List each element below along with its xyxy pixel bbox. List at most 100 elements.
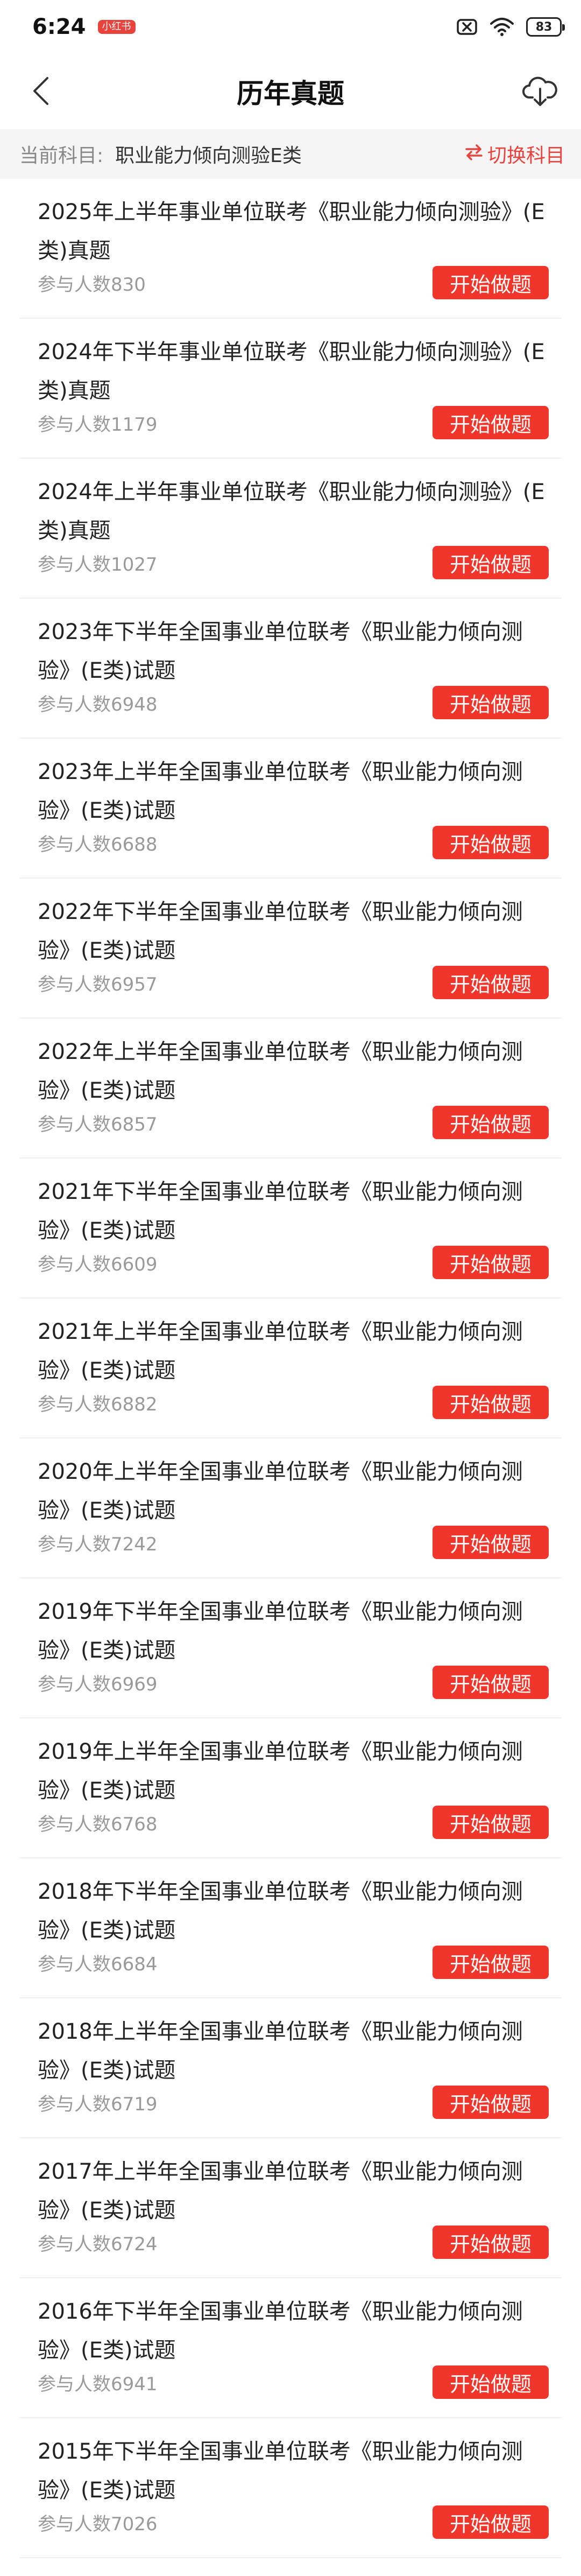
exam-title: 2018年上半年全国事业单位联考《职业能力倾向测验》(E类)试题 (38, 2019, 523, 2083)
participant-count-value: 6609 (111, 1253, 158, 1275)
exam-footer: 参与人数6857 开始做题 (38, 1106, 549, 1139)
participant-count-value: 6724 (111, 2233, 158, 2255)
exam-list-item[interactable]: 2017年上半年全国事业单位联考《职业能力倾向测验》(E类)试题 参与人数672… (19, 2138, 562, 2278)
exam-footer: 参与人数6724 开始做题 (38, 2226, 549, 2259)
participant-count: 参与人数6857 (38, 1110, 158, 1136)
exam-list-item[interactable]: 2023年上半年全国事业单位联考《职业能力倾向测验》(E类)试题 参与人数668… (19, 739, 562, 879)
participant-count-value: 6957 (111, 973, 158, 995)
participant-count-prefix: 参与人数 (38, 2513, 111, 2535)
participant-count: 参与人数6768 (38, 1809, 158, 1836)
exam-title: 2023年下半年全国事业单位联考《职业能力倾向测验》(E类)试题 (38, 620, 523, 683)
participant-count-value: 6941 (111, 2373, 158, 2395)
participant-count-value: 6688 (111, 833, 158, 855)
participant-count: 参与人数6684 (38, 1949, 158, 1976)
exam-list-item[interactable]: 2024年下半年事业单位联考《职业能力倾向测验》(E类)真题 参与人数1179 … (19, 319, 562, 459)
exam-title: 2025年上半年事业单位联考《职业能力倾向测验》(E类)真题 (38, 200, 545, 263)
start-practice-button[interactable]: 开始做题 (433, 2226, 549, 2259)
back-button[interactable] (19, 70, 62, 113)
participant-count-prefix: 参与人数 (38, 973, 111, 995)
exam-title: 2020年上半年全国事业单位联考《职业能力倾向测验》(E类)试题 (38, 1459, 523, 1523)
participant-count: 参与人数6957 (38, 970, 158, 996)
start-practice-button[interactable]: 开始做题 (433, 686, 549, 719)
participant-count-prefix: 参与人数 (38, 2373, 111, 2395)
start-practice-button[interactable]: 开始做题 (433, 546, 549, 579)
app-badge: 小红书 (97, 20, 136, 34)
chevron-left-icon (30, 76, 52, 108)
participant-count: 参与人数6609 (38, 1250, 158, 1276)
exam-list-item[interactable]: 2021年上半年全国事业单位联考《职业能力倾向测验》(E类)试题 参与人数688… (19, 1298, 562, 1438)
subject-prefix: 当前科目: (19, 145, 104, 167)
header: 历年真题 (0, 54, 581, 129)
participant-count-value: 6969 (111, 1673, 158, 1695)
exam-footer: 参与人数6957 开始做题 (38, 966, 549, 999)
exam-list-item[interactable]: 2018年下半年全国事业单位联考《职业能力倾向测验》(E类)试题 参与人数668… (19, 1858, 562, 1998)
exam-history-page: 6:24 小红书 83 历年真题 当前科目: 职业能力倾向测验E类 切换科目 2… (0, 0, 581, 2576)
start-practice-button[interactable]: 开始做题 (433, 1106, 549, 1139)
start-practice-button[interactable]: 开始做题 (433, 966, 549, 999)
start-practice-button[interactable]: 开始做题 (433, 826, 549, 859)
current-subject: 当前科目: 职业能力倾向测验E类 (19, 140, 302, 168)
start-practice-button[interactable]: 开始做题 (433, 2086, 549, 2119)
exam-list-item[interactable]: 2023年下半年全国事业单位联考《职业能力倾向测验》(E类)试题 参与人数694… (19, 599, 562, 739)
exam-list-item[interactable]: 2021年下半年全国事业单位联考《职业能力倾向测验》(E类)试题 参与人数660… (19, 1159, 562, 1298)
participant-count-prefix: 参与人数 (38, 1113, 111, 1135)
start-practice-button[interactable]: 开始做题 (433, 1666, 549, 1699)
exam-list: 2025年上半年事业单位联考《职业能力倾向测验》(E类)真题 参与人数830 开… (0, 179, 581, 2558)
page-title: 历年真题 (237, 78, 344, 109)
exam-footer: 参与人数1027 开始做题 (38, 546, 549, 579)
start-practice-button[interactable]: 开始做题 (433, 266, 549, 299)
exam-footer: 参与人数830 开始做题 (38, 266, 549, 299)
participant-count: 参与人数6882 (38, 1389, 158, 1416)
exam-list-item[interactable]: 2019年下半年全国事业单位联考《职业能力倾向测验》(E类)试题 参与人数696… (19, 1578, 562, 1718)
participant-count-prefix: 参与人数 (38, 1673, 111, 1695)
exam-footer: 参与人数7242 开始做题 (38, 1526, 549, 1559)
participant-count-prefix: 参与人数 (38, 1953, 111, 1975)
exam-title: 2024年上半年事业单位联考《职业能力倾向测验》(E类)真题 (38, 480, 545, 543)
exam-title: 2015年下半年全国事业单位联考《职业能力倾向测验》(E类)试题 (38, 2439, 523, 2503)
exam-list-item[interactable]: 2022年下半年全国事业单位联考《职业能力倾向测验》(E类)试题 参与人数695… (19, 879, 562, 1019)
participant-count: 参与人数6969 (38, 1669, 158, 1696)
exam-title: 2016年下半年全国事业单位联考《职业能力倾向测验》(E类)试题 (38, 2299, 523, 2363)
participant-count-value: 1027 (111, 553, 158, 575)
status-left: 6:24 小红书 (32, 15, 136, 39)
status-right: 83 (456, 17, 565, 37)
participant-count-value: 6719 (111, 2093, 158, 2115)
exam-list-item[interactable]: 2019年上半年全国事业单位联考《职业能力倾向测验》(E类)试题 参与人数676… (19, 1718, 562, 1858)
swap-arrows-icon (465, 143, 483, 165)
exam-list-item[interactable]: 2022年上半年全国事业单位联考《职业能力倾向测验》(E类)试题 参与人数685… (19, 1019, 562, 1159)
participant-count-value: 6768 (111, 1813, 158, 1835)
exam-list-item[interactable]: 2024年上半年事业单位联考《职业能力倾向测验》(E类)真题 参与人数1027 … (19, 459, 562, 599)
start-practice-button[interactable]: 开始做题 (433, 2366, 549, 2399)
exam-footer: 参与人数6882 开始做题 (38, 1386, 549, 1419)
start-practice-button[interactable]: 开始做题 (433, 2505, 549, 2539)
participant-count-value: 7026 (111, 2513, 158, 2535)
participant-count-prefix: 参与人数 (38, 553, 111, 575)
exam-list-item[interactable]: 2020年上半年全国事业单位联考《职业能力倾向测验》(E类)试题 参与人数724… (19, 1438, 562, 1578)
start-practice-button[interactable]: 开始做题 (433, 1806, 549, 1839)
exam-list-item[interactable]: 2018年上半年全国事业单位联考《职业能力倾向测验》(E类)试题 参与人数671… (19, 1998, 562, 2138)
participant-count-prefix: 参与人数 (38, 1253, 111, 1275)
exam-list-item[interactable]: 2025年上半年事业单位联考《职业能力倾向测验》(E类)真题 参与人数830 开… (19, 179, 562, 319)
exam-footer: 参与人数6719 开始做题 (38, 2086, 549, 2119)
wifi-icon (490, 17, 514, 37)
cloud-download-icon (522, 75, 558, 109)
start-practice-button[interactable]: 开始做题 (433, 1246, 549, 1279)
start-practice-button[interactable]: 开始做题 (433, 1386, 549, 1419)
exam-footer: 参与人数6768 开始做题 (38, 1806, 549, 1839)
participant-count: 参与人数830 (38, 270, 146, 296)
exam-title: 2022年下半年全国事业单位联考《职业能力倾向测验》(E类)试题 (38, 900, 523, 963)
switch-subject-label: 切换科目 (487, 145, 565, 167)
participant-count-prefix: 参与人数 (38, 413, 111, 436)
participant-count-value: 6882 (111, 1393, 158, 1415)
exam-list-item[interactable]: 2015年下半年全国事业单位联考《职业能力倾向测验》(E类)试题 参与人数702… (19, 2418, 562, 2558)
exam-footer: 参与人数1179 开始做题 (38, 406, 549, 439)
start-practice-button[interactable]: 开始做题 (433, 1526, 549, 1559)
start-practice-button[interactable]: 开始做题 (433, 406, 549, 439)
start-practice-button[interactable]: 开始做题 (433, 1946, 549, 1979)
download-button[interactable] (519, 70, 562, 113)
participant-count: 参与人数7242 (38, 1529, 158, 1556)
exam-list-item[interactable]: 2016年下半年全国事业单位联考《职业能力倾向测验》(E类)试题 参与人数694… (19, 2278, 562, 2418)
participant-count-value: 6684 (111, 1953, 158, 1975)
switch-subject-button[interactable]: 切换科目 (465, 140, 565, 168)
exam-footer: 参与人数6684 开始做题 (38, 1946, 549, 1979)
